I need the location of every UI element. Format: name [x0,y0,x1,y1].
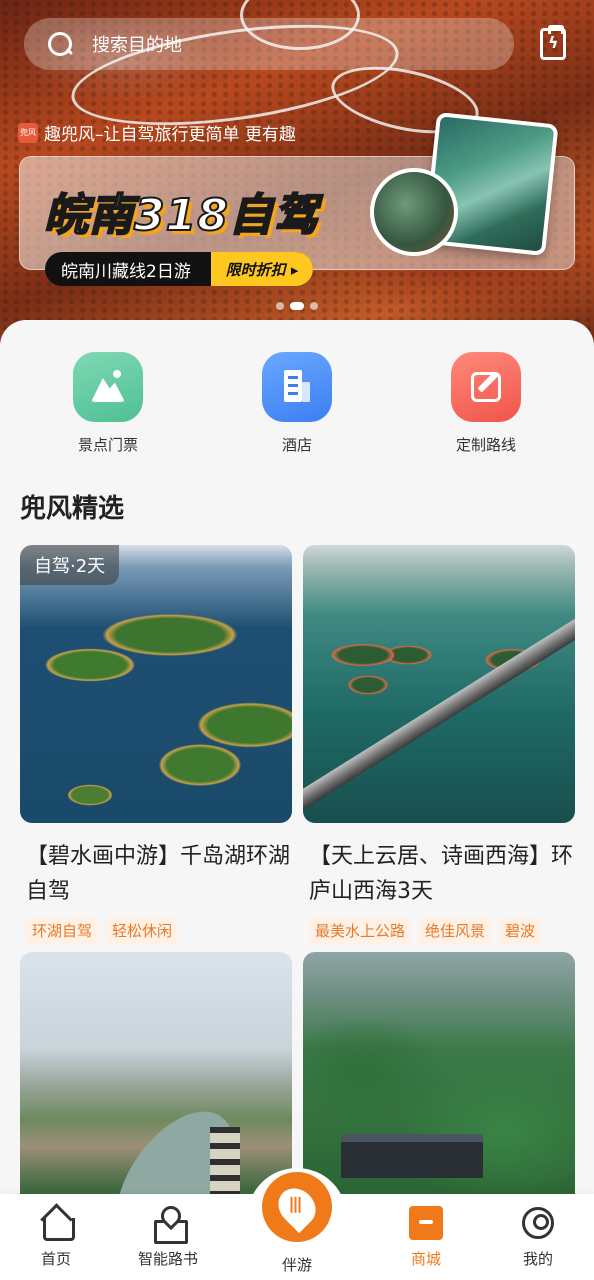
quick-action-label: 景点门票 [77,436,138,454]
voice-pin-icon [270,1180,324,1234]
clipboard-icon[interactable] [540,25,566,60]
carousel-dots [276,302,318,310]
bottom-nav: 首页 智能路书 伴游 商城 我的 [0,1168,594,1280]
card-tag: 轻松休闲 [106,917,179,944]
edit-icon [451,352,521,422]
promo-tag: 限时折扣 ▸ [211,252,313,286]
nav-label: 首页 [40,1250,71,1268]
user-icon [521,1206,555,1240]
card-title: 【天上云居、诗画西海】环庐山西海3天 [309,844,574,904]
section-title: 兜风精选 [20,494,125,524]
route-card[interactable]: 【天上云居、诗画西海】环庐山西海3天 最美水上公路 绝佳风景 碧波 [303,545,575,944]
search-bar[interactable]: 搜索目的地 [24,18,514,70]
house-graphic [341,1134,483,1178]
card-tag: 绝佳风景 [419,917,492,944]
route-card[interactable] [303,952,575,1230]
landscape-icon [73,352,143,422]
main-panel: 景点门票 酒店 定制路线 兜风精选 自驾·2天 【碧水画中游】千岛湖环湖自驾 环… [0,320,594,1280]
nav-item-smart-guide[interactable]: 智能路书 [113,1206,223,1269]
search-icon [46,30,74,58]
nav-item-companion-button[interactable] [262,1172,332,1242]
map-pin-icon [151,1206,188,1244]
nav-label: 伴游 [281,1256,312,1274]
quick-action-tickets[interactable]: 景点门票 [28,352,188,455]
card-tag: 最美水上公路 [309,917,412,944]
shop-icon [409,1206,443,1240]
building-icon [262,352,332,422]
card-tag: 碧波 [499,917,542,944]
quick-action-custom-route[interactable]: 定制路线 [406,352,566,455]
nav-item-home[interactable]: 首页 [1,1206,111,1269]
bridge-graphic [303,593,575,811]
card-tags: 环湖自驾 轻松休闲 [20,917,292,944]
route-card[interactable]: 自驾·2天 【碧水画中游】千岛湖环湖自驾 环湖自驾 轻松休闲 [20,545,292,944]
carousel-dot [310,302,318,310]
quick-action-hotel[interactable]: 酒店 [217,352,377,455]
nav-item-shop[interactable]: 商城 [371,1206,481,1269]
nav-label: 商城 [410,1250,441,1268]
card-image [303,545,575,823]
quick-action-label: 定制路线 [455,436,516,454]
card-tag: 环湖自驾 [26,917,99,944]
home-icon [39,1206,75,1241]
card-image [20,952,292,1230]
banner-subtitle: 皖南川藏线2日游 [61,261,191,282]
search-placeholder: 搜索目的地 [92,35,182,56]
hero-banner[interactable]: 搜索目的地 兜风 趣兜风–让自驾旅行更简单 更有趣 皖南318自驾 皖南川藏线2… [0,0,594,350]
app-logo-icon: 兜风 [18,122,38,143]
quick-action-label: 酒店 [281,436,312,454]
banner-photo-circle [370,168,458,256]
card-badge: 自驾·2天 [20,545,120,585]
carousel-dot-active [290,302,304,310]
slogan: 兜风 趣兜风–让自驾旅行更简单 更有趣 [18,120,296,145]
banner-subtitle-pill[interactable]: 皖南川藏线2日游 限时折扣 ▸ [45,252,313,286]
card-tags: 最美水上公路 绝佳风景 碧波 [303,917,569,944]
slogan-text: 趣兜风–让自驾旅行更简单 更有趣 [44,125,296,145]
nav-label: 我的 [522,1250,553,1268]
nav-label: 智能路书 [137,1250,198,1268]
card-image [303,952,575,1230]
card-image: 自驾·2天 [20,545,292,823]
route-card[interactable] [20,952,292,1230]
carousel-dot [276,302,284,310]
nav-item-me[interactable]: 我的 [483,1206,593,1269]
card-title: 【碧水画中游】千岛湖环湖自驾 [26,844,291,904]
